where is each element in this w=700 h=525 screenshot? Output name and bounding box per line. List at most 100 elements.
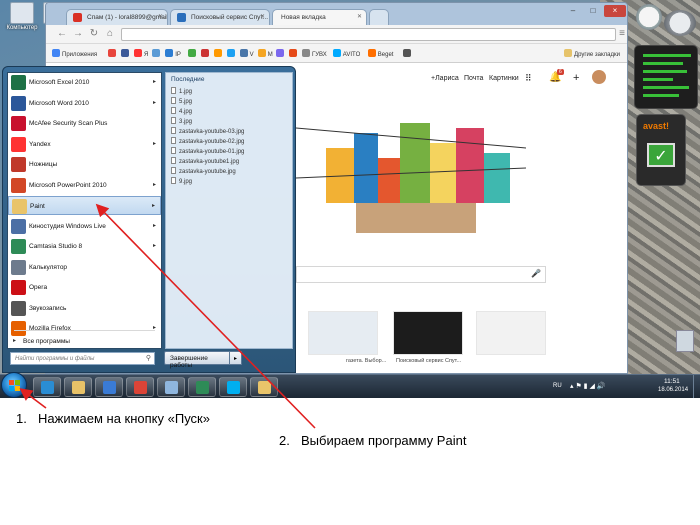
recent-file-item[interactable]: 9.jpg — [171, 177, 192, 185]
close-tab-icon[interactable]: ✕ — [260, 13, 265, 20]
submenu-arrow-icon[interactable]: ▸ — [153, 242, 156, 249]
recent-file-item[interactable]: zastavka-youtube1.jpg — [171, 157, 239, 165]
google-search-input[interactable]: 🎤 — [296, 266, 546, 283]
show-desktop-button[interactable] — [693, 375, 700, 398]
menu-icon[interactable]: ≡ — [616, 28, 627, 40]
recent-file-item[interactable]: 3.jpg — [171, 117, 192, 125]
bookmark-item[interactable]: V — [239, 49, 254, 58]
bookmark-item[interactable] — [276, 49, 286, 58]
close-window-button[interactable]: × — [604, 5, 626, 17]
new-tab-button[interactable] — [369, 9, 389, 25]
most-visited-tile[interactable] — [308, 311, 378, 355]
bookmark-item[interactable] — [108, 49, 118, 58]
taskbar-button-chrome[interactable] — [126, 377, 154, 397]
bookmark-item[interactable] — [121, 49, 131, 58]
start-menu-item-powerpoint[interactable]: Microsoft PowerPoint 2010 ▸ — [8, 176, 161, 195]
language-indicator[interactable]: RU — [553, 383, 562, 389]
recent-file-item[interactable]: zastavka-youtube-01.jpg — [171, 147, 244, 155]
shutdown-button[interactable]: Завершение работы — [164, 351, 230, 369]
network-meter-gadget[interactable] — [634, 45, 698, 109]
submenu-arrow-icon[interactable]: ▸ — [153, 78, 156, 85]
bookmark-item[interactable]: Приложения — [52, 49, 97, 58]
bookmark-item[interactable]: IP — [165, 49, 181, 58]
tab-sputnik[interactable]: Поисковый сервис Спут... ✕ — [170, 9, 270, 25]
google-user-link[interactable]: +Лариса — [431, 75, 459, 82]
submenu-arrow-icon[interactable]: ▸ — [152, 202, 155, 209]
start-menu-item-microphone[interactable]: Звукозапись — [8, 299, 161, 318]
taskbar-button-media-player[interactable] — [95, 377, 123, 397]
most-visited-tile[interactable] — [393, 311, 463, 355]
start-menu-item-scissors[interactable]: Ножницы — [8, 155, 161, 174]
recent-file-item[interactable]: zastavka-youtube.jpg — [171, 167, 236, 175]
home-icon[interactable]: ⌂ — [104, 28, 116, 40]
avatar[interactable] — [592, 70, 606, 84]
bookmark-item[interactable] — [152, 49, 162, 58]
recycle-bin-icon[interactable] — [676, 330, 694, 352]
start-menu-item-mcafee[interactable]: McAfee Security Scan Plus — [8, 114, 161, 133]
reload-icon[interactable]: ↻ — [88, 28, 100, 40]
maximize-button[interactable]: □ — [584, 5, 602, 17]
bookmark-item[interactable] — [226, 49, 237, 58]
most-visited-tile[interactable] — [476, 311, 546, 355]
recent-file-item[interactable]: zastavka-youtube-02.jpg — [171, 137, 244, 145]
bookmark-item[interactable] — [289, 49, 299, 58]
close-tab-icon[interactable]: ✕ — [357, 13, 362, 20]
apps-grid-icon[interactable]: ⠿ — [525, 73, 532, 84]
back-icon[interactable]: ← — [56, 28, 68, 40]
start-menu-item-word[interactable]: Microsoft Word 2010 ▸ — [8, 94, 161, 113]
taskbar-button-camtasia[interactable] — [188, 377, 216, 397]
google-images-link[interactable]: Картинки — [489, 75, 519, 82]
address-bar[interactable] — [121, 28, 616, 41]
taskbar-button-paint[interactable] — [250, 377, 278, 397]
recent-file-item[interactable]: zastavka-youtube-03.jpg — [171, 127, 244, 135]
close-tab-icon[interactable]: ✕ — [158, 13, 163, 20]
start-menu-item-yandex[interactable]: Yandex ▸ — [8, 135, 161, 154]
start-button[interactable] — [1, 372, 27, 398]
recent-file-item[interactable]: 1.jpg — [171, 87, 192, 95]
start-menu-item-camtasia[interactable]: Camtasia Studio 8 ▸ — [8, 237, 161, 256]
recent-file-item[interactable]: 4.jpg — [171, 107, 192, 115]
start-menu-item-opera[interactable]: Opera — [8, 278, 161, 297]
submenu-arrow-icon[interactable]: ▸ — [153, 222, 156, 229]
tray-icons[interactable]: ▴ ⚑ ▮ ◢ 🔊 — [570, 382, 606, 390]
desktop-icon-computer[interactable]: Компьютер — [5, 2, 39, 31]
google-doodle[interactable] — [296, 88, 526, 248]
bookmark-item[interactable]: AVITO — [332, 49, 360, 58]
clock-gadget[interactable] — [636, 4, 662, 30]
tab-gmail[interactable]: Спам (1) - loral8899@gmail ✕ — [66, 9, 168, 25]
submenu-arrow-icon[interactable]: ▸ — [153, 181, 156, 188]
cpu-meter-gadget[interactable] — [664, 10, 696, 36]
start-menu-item-excel[interactable]: Microsoft Excel 2010 ▸ — [8, 73, 161, 92]
taskbar-button-explorer[interactable] — [64, 377, 92, 397]
bookmark-item[interactable]: ГУВХ — [302, 49, 327, 58]
share-plus-icon[interactable]: + — [573, 72, 579, 84]
submenu-arrow-icon[interactable]: ▸ — [153, 99, 156, 106]
recent-file-item[interactable]: 5.jpg — [171, 97, 192, 105]
taskbar-button-skype[interactable] — [219, 377, 247, 397]
taskbar-button-explorer-window[interactable] — [157, 377, 185, 397]
submenu-arrow-icon[interactable]: ▸ — [153, 140, 156, 147]
avast-gadget[interactable]: avast! ✓ — [636, 114, 686, 186]
bookmark-item[interactable]: Beget — [367, 49, 393, 58]
start-menu-item-calculator[interactable]: Калькулятор — [8, 258, 161, 277]
tab-new-tab[interactable]: Новая вкладка ✕ — [272, 9, 367, 25]
shutdown-options-button[interactable]: ▸ — [230, 351, 242, 365]
forward-icon[interactable]: → — [72, 28, 84, 40]
clock-date[interactable]: 18.06.2014 — [658, 387, 688, 393]
google-mail-link[interactable]: Почта — [464, 75, 483, 82]
clock-time[interactable]: 11:51 — [664, 378, 680, 385]
minimize-button[interactable]: – — [564, 5, 582, 17]
start-menu-item-paint[interactable]: Paint ▸ — [8, 196, 161, 215]
bookmark-item[interactable] — [213, 49, 224, 58]
bookmark-item[interactable] — [402, 49, 413, 58]
start-menu-item-moviemaker[interactable]: Киностудия Windows Live ▸ — [8, 217, 161, 236]
start-search-input[interactable]: Найти программы и файлы ⚲ — [10, 352, 155, 365]
other-bookmarks-folder[interactable]: Другие закладки — [564, 49, 620, 58]
taskbar-button-ie[interactable] — [33, 377, 61, 397]
microphone-icon[interactable]: 🎤 — [531, 269, 541, 278]
all-programs-item[interactable]: ▸ Все программы — [8, 332, 161, 351]
bookmark-item[interactable]: Я — [134, 49, 148, 58]
bookmark-item[interactable] — [187, 49, 198, 58]
bookmark-item[interactable] — [200, 49, 211, 58]
bookmark-item[interactable]: M — [257, 49, 273, 58]
